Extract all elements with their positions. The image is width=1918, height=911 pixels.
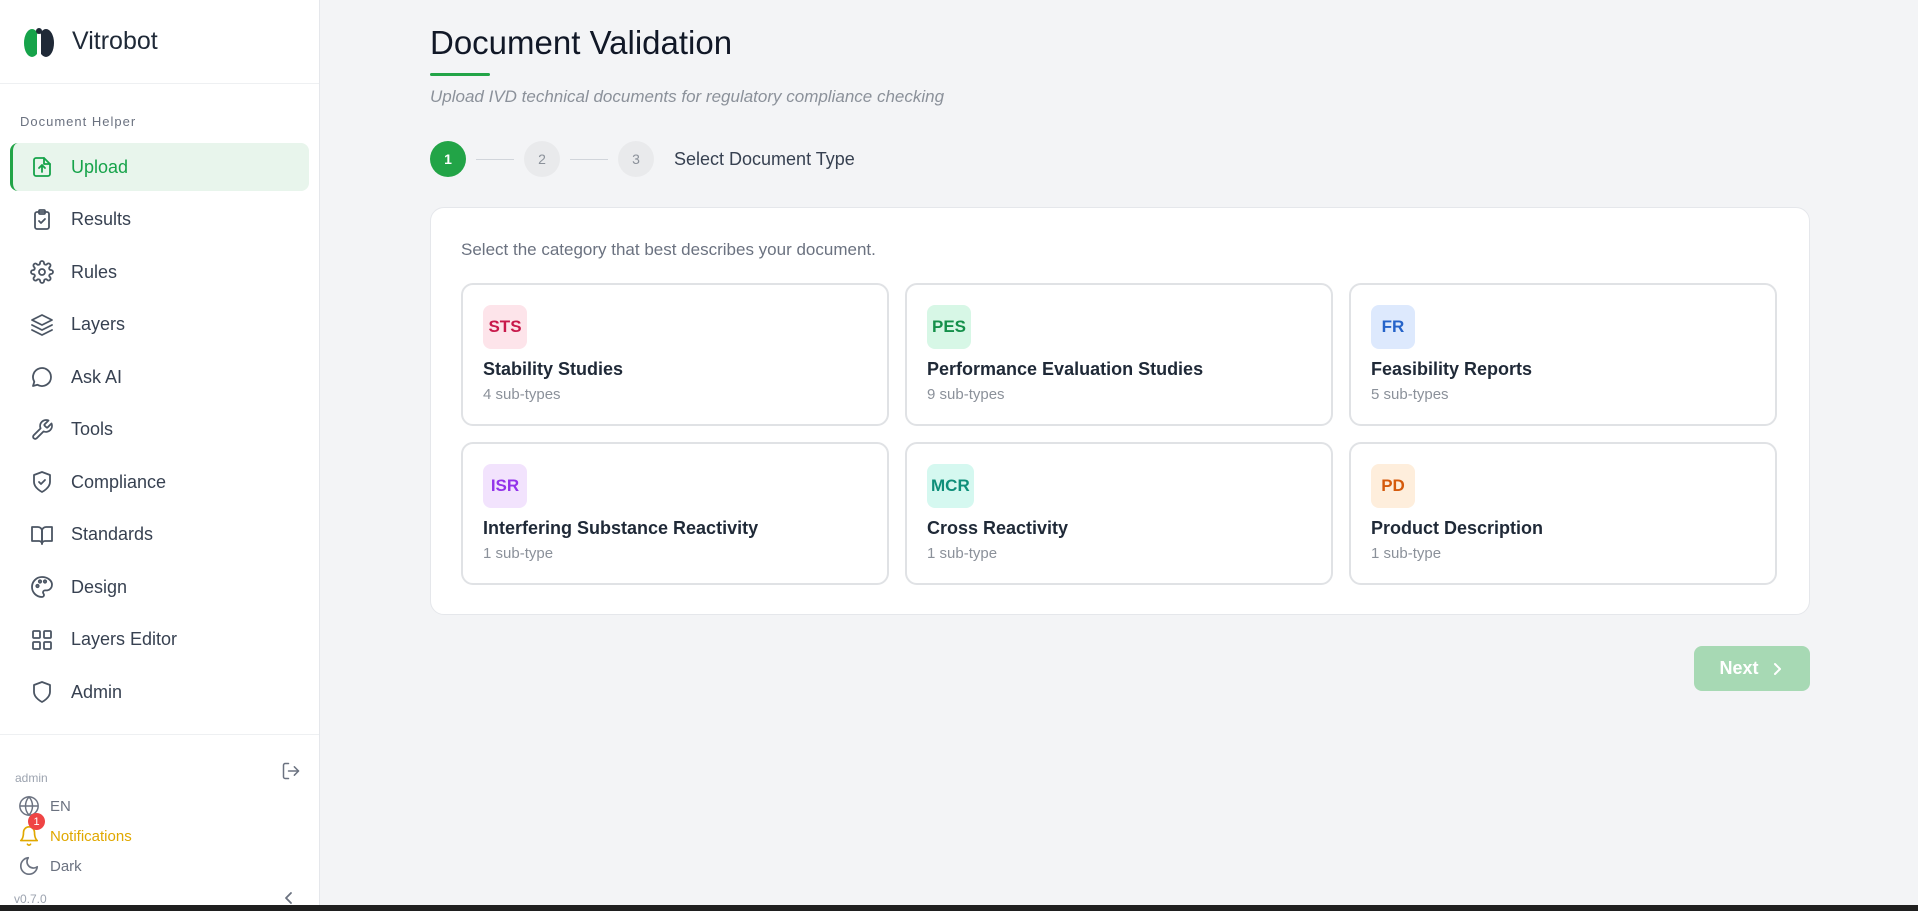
- category-option-mcr[interactable]: MCR Cross Reactivity 1 sub-type: [905, 442, 1333, 585]
- step-2: 2: [524, 141, 560, 177]
- sidebar-item-label: Standards: [71, 524, 154, 544]
- sidebar-item-label: Admin: [71, 681, 123, 702]
- current-step-label: Select Document Type: [674, 148, 855, 169]
- category-subtypes: 5 sub-types: [1371, 386, 1449, 403]
- category-subtypes: 4 sub-types: [483, 386, 561, 403]
- category-option-isr[interactable]: ISR Interfering Substance Reactivity 1 s…: [461, 442, 889, 585]
- section-label: Document Helper: [20, 114, 137, 129]
- layers-icon: [29, 312, 55, 338]
- sidebar-item-label: Results: [71, 209, 132, 229]
- app-version: v0.7.0: [14, 892, 47, 906]
- category-subtypes: 9 sub-types: [927, 386, 1005, 403]
- sidebar-item-label: Layers Editor: [71, 629, 178, 649]
- category-name: Cross Reactivity: [927, 518, 1069, 538]
- grid-icon: [29, 627, 55, 653]
- sidebar-item-compliance[interactable]: Compliance: [10, 458, 309, 506]
- category-card: Select the category that best describes …: [430, 207, 1810, 615]
- sidebar-item-results[interactable]: Results: [10, 196, 309, 244]
- moon-icon: [19, 856, 39, 876]
- sidebar-item-rules[interactable]: Rules: [10, 248, 309, 296]
- logout-icon[interactable]: [281, 761, 301, 781]
- sidebar-item-label: Rules: [71, 261, 118, 282]
- chat-bubble-icon: [29, 364, 55, 390]
- sidebar: Vitrobot Document Helper Upload Results …: [0, 0, 320, 906]
- notification-count-badge: 1: [28, 813, 45, 830]
- wrench-icon: [29, 417, 55, 443]
- sidebar-item-layers[interactable]: Layers: [10, 301, 309, 349]
- upload-file-icon: [29, 154, 55, 180]
- category-name: Performance Evaluation Studies: [927, 359, 1204, 379]
- gear-icon: [29, 259, 55, 285]
- current-user: admin: [15, 771, 48, 785]
- language-label: EN: [50, 797, 71, 815]
- category-badge: ISR: [483, 464, 527, 508]
- category-subtypes: 1 sub-type: [1371, 545, 1442, 562]
- category-subtypes: 1 sub-type: [483, 545, 554, 562]
- sidebar-nav: Upload Results Rules Layers Ask AI Tools…: [0, 143, 319, 716]
- category-badge: PD: [1371, 464, 1415, 508]
- category-option-pes[interactable]: PES Performance Evaluation Studies 9 sub…: [905, 283, 1333, 426]
- category-hint: Select the category that best describes …: [461, 240, 876, 259]
- brand-name: Vitrobot: [72, 27, 158, 55]
- stepper: 1 2 3 Select Document Type: [430, 141, 855, 177]
- taskbar-strip: [0, 905, 1918, 911]
- sidebar-item-label: Ask AI: [71, 366, 123, 387]
- notification-bell: 1: [18, 813, 45, 847]
- sidebar-item-label: Design: [71, 576, 128, 597]
- clipboard-check-icon: [29, 207, 55, 233]
- chevron-left-icon[interactable]: [282, 890, 296, 906]
- category-badge: MCR: [927, 464, 974, 508]
- category-name: Interfering Substance Reactivity: [483, 518, 759, 538]
- sidebar-item-upload[interactable]: Upload: [10, 143, 309, 191]
- category-badge: STS: [483, 305, 527, 349]
- category-subtypes: 1 sub-type: [927, 545, 998, 562]
- theme-label: Dark: [50, 857, 82, 875]
- page-title: Document Validation: [430, 24, 733, 61]
- sidebar-item-label: Compliance: [71, 471, 167, 492]
- sidebar-item-standards[interactable]: Standards: [10, 511, 309, 559]
- vitrobot-logo-icon: [24, 27, 54, 57]
- sidebar-footer: admin EN 1 Notifications Dark v0.7.0: [0, 734, 319, 906]
- shield-check-icon: [29, 469, 55, 495]
- step-connector: [476, 158, 514, 160]
- sidebar-item-admin[interactable]: Admin: [10, 668, 309, 716]
- sidebar-item-layers-editor[interactable]: Layers Editor: [10, 616, 309, 664]
- sidebar-item-label: Layers: [71, 314, 126, 334]
- language-switch[interactable]: EN: [18, 795, 71, 817]
- book-open-icon: [29, 522, 55, 548]
- next-button-label: Next: [1719, 658, 1759, 678]
- title-underline: [430, 73, 490, 76]
- category-option-sts[interactable]: STS Stability Studies 4 sub-types: [461, 283, 889, 426]
- notifications-label: Notifications: [50, 827, 132, 845]
- brand[interactable]: Vitrobot: [0, 0, 319, 84]
- step-connector: [570, 158, 608, 160]
- category-badge: FR: [1371, 305, 1415, 349]
- category-name: Stability Studies: [483, 359, 624, 379]
- category-name: Product Description: [1371, 518, 1544, 538]
- palette-icon: [29, 574, 55, 600]
- chevron-right-icon: [1773, 662, 1781, 675]
- sidebar-item-ask-ai[interactable]: Ask AI: [10, 353, 309, 401]
- category-badge: PES: [927, 305, 971, 349]
- category-option-fr[interactable]: FR Feasibility Reports 5 sub-types: [1349, 283, 1777, 426]
- sidebar-item-label: Upload: [71, 156, 129, 177]
- step-3: 3: [618, 141, 654, 177]
- sidebar-item-label: Tools: [71, 419, 114, 439]
- step-1: 1: [430, 141, 466, 177]
- category-grid: STS Stability Studies 4 sub-types PES Pe…: [461, 283, 1777, 585]
- page-subtitle: Upload IVD technical documents for regul…: [430, 87, 945, 106]
- theme-toggle[interactable]: Dark: [18, 855, 82, 877]
- next-button[interactable]: Next: [1694, 646, 1810, 691]
- shield-icon: [29, 679, 55, 705]
- sidebar-item-tools[interactable]: Tools: [10, 406, 309, 454]
- category-name: Feasibility Reports: [1371, 359, 1533, 379]
- category-option-pd[interactable]: PD Product Description 1 sub-type: [1349, 442, 1777, 585]
- sidebar-item-design[interactable]: Design: [10, 563, 309, 611]
- notifications-button[interactable]: 1 Notifications: [18, 813, 132, 847]
